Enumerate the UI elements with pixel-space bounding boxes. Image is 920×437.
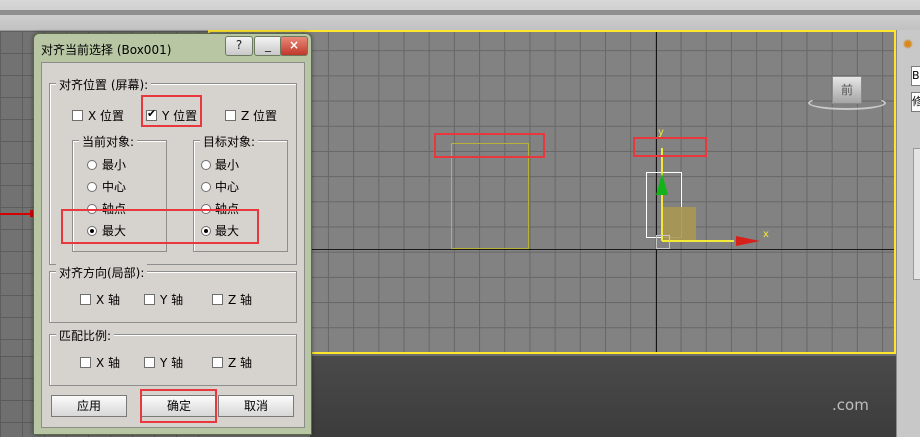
gizmo-center[interactable] [656,235,670,249]
target-object-title: 目标对象: [200,133,259,150]
left-viewport-x-axis [0,213,34,215]
world-axis-horizontal [210,249,894,250]
orient-y-label: Y 轴 [160,293,184,307]
z-position-label: Z 位置 [241,109,278,123]
highlight-ok-button [140,389,217,423]
orient-z-checkbox[interactable] [212,294,223,305]
help-button[interactable]: ? [225,36,253,56]
z-position-checkbox[interactable] [225,110,236,121]
align-orientation-title: 对齐方向(局部): [56,264,148,281]
orient-y-checkbox[interactable] [144,294,155,305]
toolbar-strip [0,10,920,15]
align-orientation-group: 对齐方向(局部): X 轴 Y 轴 Z 轴 [49,264,297,323]
orient-z-label: Z 轴 [228,293,253,307]
current-center-label: 中心 [102,180,127,194]
orient-x-checkbox[interactable] [80,294,91,305]
orient-x-label: X 轴 [96,293,121,307]
scale-x-label: X 轴 [96,356,121,370]
x-arrow-icon[interactable] [736,236,760,246]
command-panel: ✹ B 修 [896,30,920,437]
highlight-target-top [434,133,545,158]
watermark: .com [832,396,869,414]
modifier-list-field[interactable]: 修 [911,92,920,112]
highlight-selected-top [633,137,707,157]
gizmo-x-label: x [763,229,769,240]
target-center-radio[interactable] [201,182,211,192]
minimize-button[interactable]: _ [254,36,282,56]
panel-scrollbar[interactable] [913,148,920,280]
target-object[interactable] [451,143,529,249]
scale-x-checkbox[interactable] [80,357,91,368]
bottom-viewport[interactable]: .com [310,356,896,437]
current-min-radio[interactable] [87,160,97,170]
x-position-label: X 位置 [88,109,125,123]
main-toolbar [0,0,920,31]
scale-y-label: Y 轴 [160,356,184,370]
cancel-button[interactable]: 取消 [218,395,294,417]
current-min-label: 最小 [102,158,127,172]
current-object-title: 当前对象: [79,133,138,150]
close-button[interactable]: × [280,36,308,56]
gizmo-x-axis[interactable] [662,240,734,242]
dialog-title: 对齐当前选择 (Box001) [41,43,172,57]
scale-z-checkbox[interactable] [212,357,223,368]
match-scale-title: 匹配比例: [56,327,115,344]
scale-y-checkbox[interactable] [144,357,155,368]
highlight-max-options [61,209,259,244]
object-name-field[interactable]: B [911,66,920,86]
target-center-label: 中心 [215,180,240,194]
sun-icon[interactable]: ✹ [902,38,916,52]
target-min-label: 最小 [215,158,240,172]
align-position-title: 对齐位置 (屏幕): [56,76,152,93]
scale-z-label: Z 轴 [228,356,253,370]
match-scale-group: 匹配比例: X 轴 Y 轴 Z 轴 [49,327,297,386]
y-arrow-icon[interactable] [656,173,668,195]
x-position-checkbox[interactable] [72,110,83,121]
viewcube[interactable]: 前 [832,76,862,104]
target-min-radio[interactable] [201,160,211,170]
current-center-radio[interactable] [87,182,97,192]
apply-button[interactable]: 应用 [51,395,127,417]
highlight-y-position [141,95,202,127]
